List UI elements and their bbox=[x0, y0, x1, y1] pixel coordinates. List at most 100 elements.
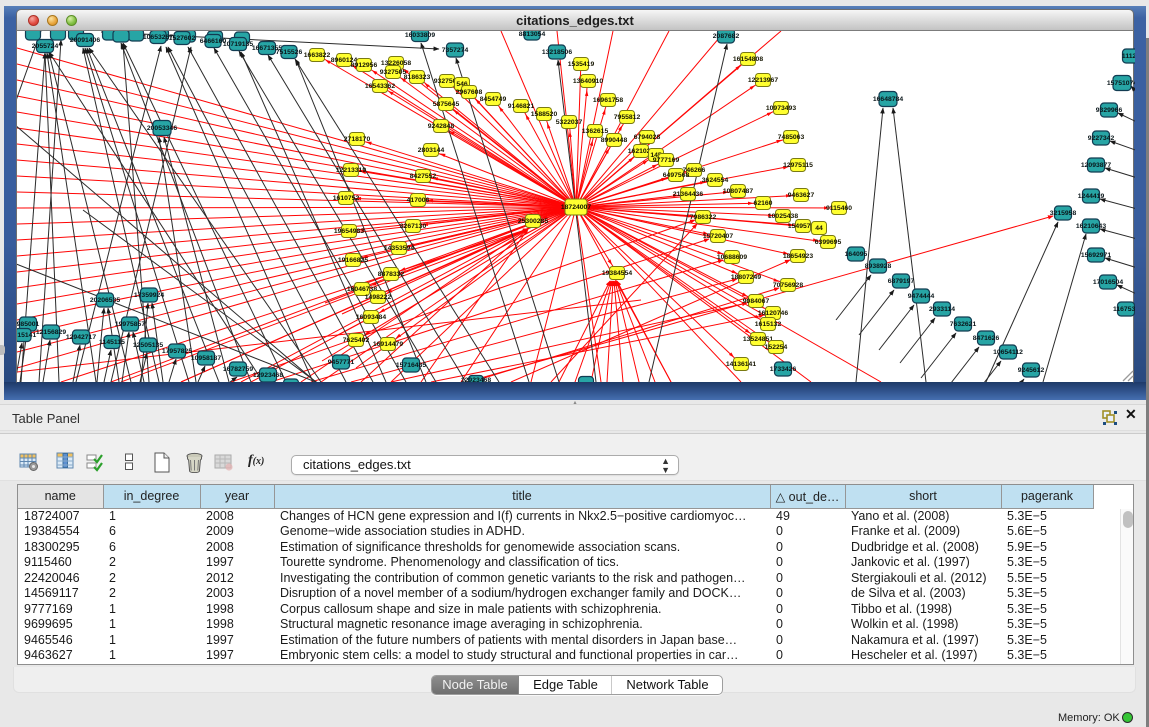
svg-text:14353594: 14353594 bbox=[384, 245, 414, 252]
svg-text:19166825: 19166825 bbox=[338, 257, 368, 264]
svg-text:12942717: 12942717 bbox=[66, 334, 96, 341]
svg-text:6879197: 6879197 bbox=[888, 278, 915, 285]
svg-text:12156829: 12156829 bbox=[36, 329, 66, 336]
svg-text:2803144: 2803144 bbox=[418, 147, 445, 154]
svg-text:985001: 985001 bbox=[17, 321, 40, 328]
svg-text:10973493: 10973493 bbox=[766, 105, 796, 112]
svg-text:44: 44 bbox=[815, 225, 823, 232]
svg-text:1244419: 1244419 bbox=[1078, 193, 1105, 200]
svg-text:1535419: 1535419 bbox=[568, 61, 595, 68]
svg-text:19654983: 19654983 bbox=[334, 228, 364, 235]
svg-text:1167533: 1167533 bbox=[1113, 306, 1135, 313]
svg-text:8878332: 8878332 bbox=[378, 271, 405, 278]
svg-text:3215958: 3215958 bbox=[1050, 210, 1077, 217]
svg-text:6497568: 6497568 bbox=[663, 172, 690, 179]
svg-text:12093877: 12093877 bbox=[1081, 162, 1111, 169]
svg-text:9242848: 9242848 bbox=[428, 123, 455, 130]
svg-text:1527602: 1527602 bbox=[169, 35, 196, 42]
svg-text:15751074: 15751074 bbox=[1107, 80, 1135, 87]
svg-text:7485063: 7485063 bbox=[778, 134, 805, 141]
svg-text:8471626: 8471626 bbox=[973, 335, 1000, 342]
svg-text:13218506: 13218506 bbox=[542, 49, 572, 56]
svg-text:5875645: 5875645 bbox=[433, 101, 460, 108]
svg-text:2055724: 2055724 bbox=[32, 43, 59, 50]
svg-text:16033809: 16033809 bbox=[405, 32, 435, 39]
svg-text:17359924: 17359924 bbox=[134, 292, 164, 299]
svg-text:1733426: 1733426 bbox=[770, 366, 797, 373]
svg-text:12505135: 12505135 bbox=[133, 342, 163, 349]
svg-text:21364436: 21364436 bbox=[673, 191, 703, 198]
svg-text:9084067: 9084067 bbox=[743, 298, 770, 305]
svg-text:6399695: 6399695 bbox=[815, 239, 842, 246]
svg-text:6794028: 6794028 bbox=[634, 134, 661, 141]
svg-text:16961758: 16961758 bbox=[593, 97, 623, 104]
svg-text:152254: 152254 bbox=[765, 344, 788, 351]
svg-text:1610752: 1610752 bbox=[333, 195, 360, 202]
svg-text:9474444: 9474444 bbox=[908, 293, 935, 300]
svg-text:25300285: 25300285 bbox=[518, 218, 548, 225]
svg-text:7632621: 7632621 bbox=[950, 321, 977, 328]
svg-text:19975857: 19975857 bbox=[115, 321, 145, 328]
svg-text:7357274: 7357274 bbox=[442, 47, 469, 54]
svg-text:16120746: 16120746 bbox=[758, 310, 788, 317]
svg-text:18807249: 18807249 bbox=[731, 274, 761, 281]
svg-text:2087682: 2087682 bbox=[713, 33, 740, 40]
svg-text:12213319: 12213319 bbox=[336, 167, 366, 174]
svg-text:9146821: 9146821 bbox=[508, 103, 535, 110]
svg-text:12975115: 12975115 bbox=[783, 162, 813, 169]
svg-text:3624554: 3624554 bbox=[702, 177, 729, 184]
svg-text:417006: 417006 bbox=[407, 197, 430, 204]
svg-text:17016504: 17016504 bbox=[1093, 279, 1123, 286]
svg-text:20206535: 20206535 bbox=[90, 297, 120, 304]
svg-text:7515526: 7515526 bbox=[276, 49, 303, 56]
svg-text:1663822: 1663822 bbox=[304, 52, 331, 59]
svg-text:8813054: 8813054 bbox=[519, 31, 546, 38]
svg-text:7955812: 7955812 bbox=[614, 114, 641, 121]
svg-text:5322037: 5322037 bbox=[556, 119, 583, 126]
svg-text:18724007: 18724007 bbox=[561, 204, 591, 211]
svg-text:1588520: 1588520 bbox=[531, 111, 558, 118]
svg-text:9777169: 9777169 bbox=[653, 157, 680, 164]
svg-text:16914479: 16914479 bbox=[373, 341, 403, 348]
svg-text:3915141: 3915141 bbox=[17, 332, 36, 339]
svg-text:8186323: 8186323 bbox=[404, 74, 431, 81]
svg-text:13640910: 13640910 bbox=[573, 78, 603, 85]
svg-text:10688609: 10688609 bbox=[717, 254, 747, 261]
svg-text:17957825: 17957825 bbox=[162, 348, 192, 355]
svg-text:12923468: 12923468 bbox=[461, 377, 491, 382]
svg-text:18654923: 18654923 bbox=[783, 253, 813, 260]
svg-text:1362615: 1362615 bbox=[582, 128, 609, 135]
svg-text:1615132: 1615132 bbox=[755, 321, 782, 328]
svg-text:16154808: 16154808 bbox=[733, 56, 763, 63]
svg-text:16648784: 16648784 bbox=[873, 96, 903, 103]
svg-text:10958187: 10958187 bbox=[191, 355, 221, 362]
svg-text:7986322: 7986322 bbox=[690, 214, 717, 221]
svg-text:19384554: 19384554 bbox=[602, 270, 632, 277]
svg-text:8454749: 8454749 bbox=[480, 96, 507, 103]
svg-text:10719135: 10719135 bbox=[223, 41, 253, 48]
svg-text:15716485: 15716485 bbox=[396, 362, 426, 369]
svg-text:16543362: 16543362 bbox=[365, 83, 395, 90]
svg-text:2967608: 2967608 bbox=[456, 89, 483, 96]
svg-text:16093484: 16093484 bbox=[356, 314, 386, 321]
svg-text:9227342: 9227342 bbox=[1088, 135, 1115, 142]
svg-text:15692971: 15692971 bbox=[1081, 252, 1111, 259]
svg-text:12923468: 12923468 bbox=[253, 372, 283, 379]
svg-text:8427552: 8427552 bbox=[410, 173, 437, 180]
svg-text:1145115: 1145115 bbox=[99, 339, 125, 346]
svg-text:1498222: 1498222 bbox=[365, 294, 392, 301]
svg-text:9463627: 9463627 bbox=[788, 192, 815, 199]
svg-text:15720407: 15720407 bbox=[703, 233, 733, 240]
svg-text:2718170: 2718170 bbox=[344, 136, 371, 143]
svg-text:9115460: 9115460 bbox=[826, 205, 852, 212]
svg-text:3267130: 3267130 bbox=[400, 223, 427, 230]
svg-text:8938928: 8938928 bbox=[865, 263, 892, 270]
svg-text:10025438: 10025438 bbox=[768, 213, 798, 220]
svg-text:9329966: 9329966 bbox=[1096, 107, 1123, 114]
svg-text:10807487: 10807487 bbox=[723, 188, 753, 195]
svg-text:8990448: 8990448 bbox=[601, 137, 628, 144]
svg-text:9457771: 9457771 bbox=[328, 359, 355, 366]
svg-text:70756928: 70756928 bbox=[773, 282, 803, 289]
svg-text:10654112: 10654112 bbox=[993, 349, 1023, 356]
svg-text:164095: 164095 bbox=[845, 251, 868, 258]
